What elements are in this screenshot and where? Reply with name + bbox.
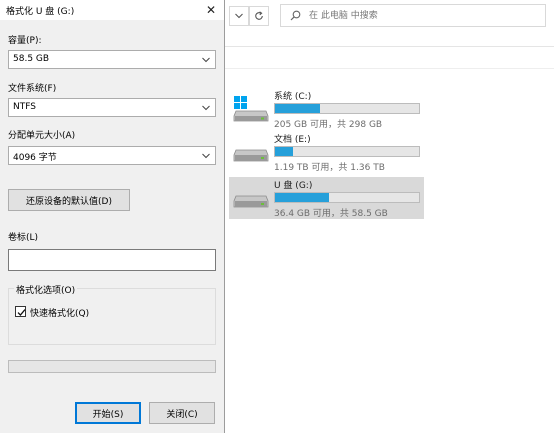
drive-item[interactable]: 文档 (E:) 1.19 TB 可用，共 1.36 TB xyxy=(229,131,424,173)
header-divider xyxy=(225,68,554,69)
start-button[interactable]: 开始(S) xyxy=(75,402,141,424)
refresh-icon[interactable] xyxy=(249,6,269,26)
windows-drive-icon xyxy=(233,96,269,124)
dialog-titlebar: 格式化 U 盘 (G:) ✕ xyxy=(0,0,224,20)
checkmark-icon xyxy=(17,309,26,316)
chevron-down-icon[interactable] xyxy=(229,6,249,26)
drive-space-info: 1.19 TB 可用，共 1.36 TB xyxy=(274,163,385,173)
capacity-select[interactable]: 58.5 GB xyxy=(8,50,216,69)
format-progress-bar xyxy=(8,360,216,373)
close-icon[interactable]: ✕ xyxy=(202,1,220,19)
capacity-value: 58.5 GB xyxy=(13,54,50,64)
restore-defaults-button[interactable]: 还原设备的默认值(D) xyxy=(8,189,130,211)
filesystem-select[interactable]: NTFS xyxy=(8,98,216,117)
quick-format-checkbox[interactable] xyxy=(15,306,26,317)
filesystem-value: NTFS xyxy=(13,102,36,112)
allocation-select[interactable]: 4096 字节 xyxy=(8,146,216,165)
capacity-label: 容量(P): xyxy=(8,36,42,46)
filesystem-label: 文件系统(F) xyxy=(8,84,57,94)
volume-label: 卷标(L) xyxy=(8,233,39,243)
usb-drive-icon xyxy=(233,185,269,213)
search-icon xyxy=(290,10,301,21)
drive-name: U 盘 (G:) xyxy=(274,181,313,191)
toolbar-divider xyxy=(225,46,554,47)
drive-space-info: 205 GB 可用，共 298 GB xyxy=(274,120,383,130)
allocation-value: 4096 字节 xyxy=(13,153,57,163)
format-dialog: 格式化 U 盘 (G:) ✕ 容量(P): 58.5 GB 文件系统(F) NT… xyxy=(0,0,225,433)
drive-usage-fill xyxy=(275,193,330,202)
dialog-title: 格式化 U 盘 (G:) xyxy=(6,7,75,17)
drive-item[interactable]: U 盘 (G:) 36.4 GB 可用，共 58.5 GB xyxy=(229,177,424,219)
drive-item[interactable]: 系统 (C:) 205 GB 可用，共 298 GB xyxy=(229,88,424,130)
chevron-down-icon xyxy=(202,105,210,111)
search-input[interactable] xyxy=(309,8,539,24)
drive-usage-bar xyxy=(274,192,420,203)
close-button[interactable]: 关闭(C) xyxy=(149,402,215,424)
volume-label-input[interactable] xyxy=(8,249,216,271)
drive-icon xyxy=(233,139,269,167)
chevron-down-icon xyxy=(202,153,210,159)
allocation-label: 分配单元大小(A) xyxy=(8,131,76,141)
search-box[interactable] xyxy=(280,4,546,27)
drive-usage-bar xyxy=(274,146,420,157)
drive-name: 文档 (E:) xyxy=(274,135,311,145)
chevron-down-icon xyxy=(202,57,210,63)
format-options-group: 格式化选项(O) 快速格式化(Q) xyxy=(8,283,216,345)
drive-name: 系统 (C:) xyxy=(274,92,312,102)
drive-usage-bar xyxy=(274,103,420,114)
format-options-label: 格式化选项(O) xyxy=(14,283,78,296)
drive-space-info: 36.4 GB 可用，共 58.5 GB xyxy=(274,209,388,219)
drive-usage-fill xyxy=(275,147,293,156)
explorer-toolbar xyxy=(225,0,554,32)
drive-usage-fill xyxy=(275,104,320,113)
quick-format-label: 快速格式化(Q) xyxy=(30,309,90,319)
